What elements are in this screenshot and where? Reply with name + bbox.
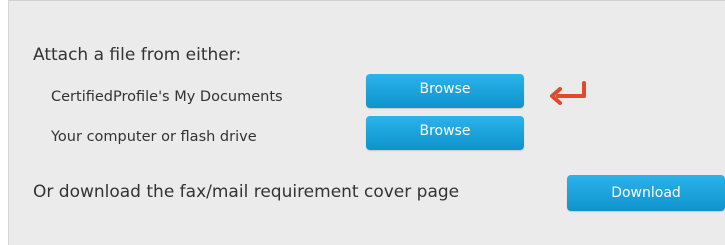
my-documents-label: CertifiedProfile's My Documents xyxy=(51,89,283,105)
browse-my-documents-button[interactable]: Browse xyxy=(366,74,524,108)
attach-file-panel: Attach a file from either: CertifiedProf… xyxy=(8,0,725,245)
computer-drive-label: Your computer or flash drive xyxy=(51,129,257,145)
download-button[interactable]: Download xyxy=(567,175,725,211)
return-arrow-icon xyxy=(550,81,586,105)
attach-heading: Attach a file from either: xyxy=(33,45,242,65)
browse-computer-button[interactable]: Browse xyxy=(366,116,524,150)
download-cover-page-label: Or download the fax/mail requirement cov… xyxy=(33,182,460,202)
